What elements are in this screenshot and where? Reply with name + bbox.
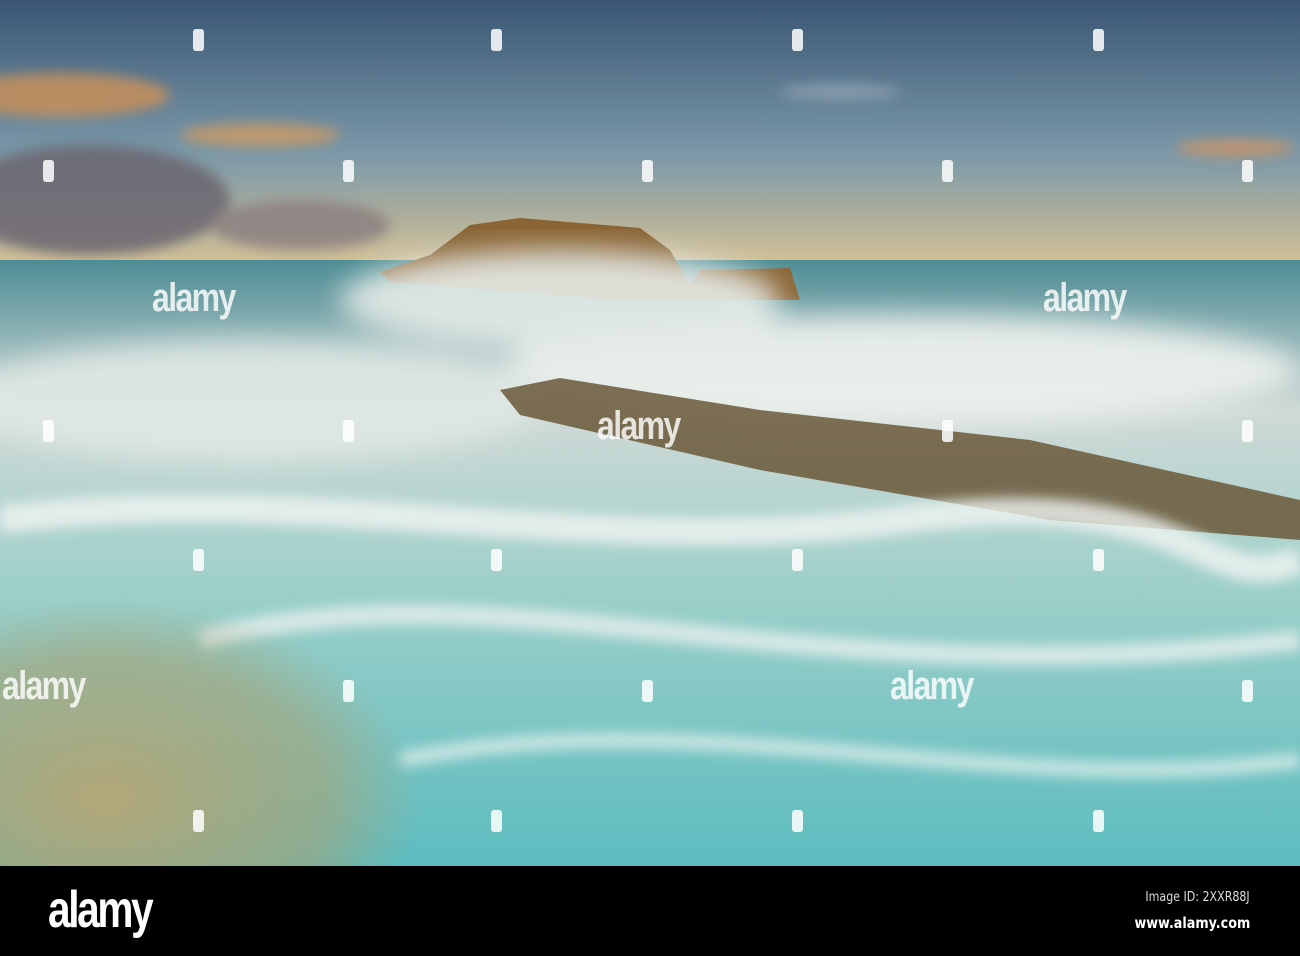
- footer-bar: alamy Image ID: 2XXR88J www.alamy.com: [0, 866, 1300, 956]
- watermark: alamy: [2, 664, 86, 708]
- watermark: alamy: [597, 404, 681, 448]
- alamy-logo: alamy: [48, 881, 154, 939]
- watermark: alamy: [890, 664, 974, 708]
- stock-photo-page: alamy alamy alamy alamy alamy alamy Imag…: [0, 0, 1300, 956]
- site-url[interactable]: www.alamy.com: [1134, 914, 1250, 932]
- watermark: alamy: [1043, 276, 1127, 320]
- image-id: Image ID: 2XXR88J: [1145, 890, 1250, 905]
- watermark: alamy: [152, 276, 236, 320]
